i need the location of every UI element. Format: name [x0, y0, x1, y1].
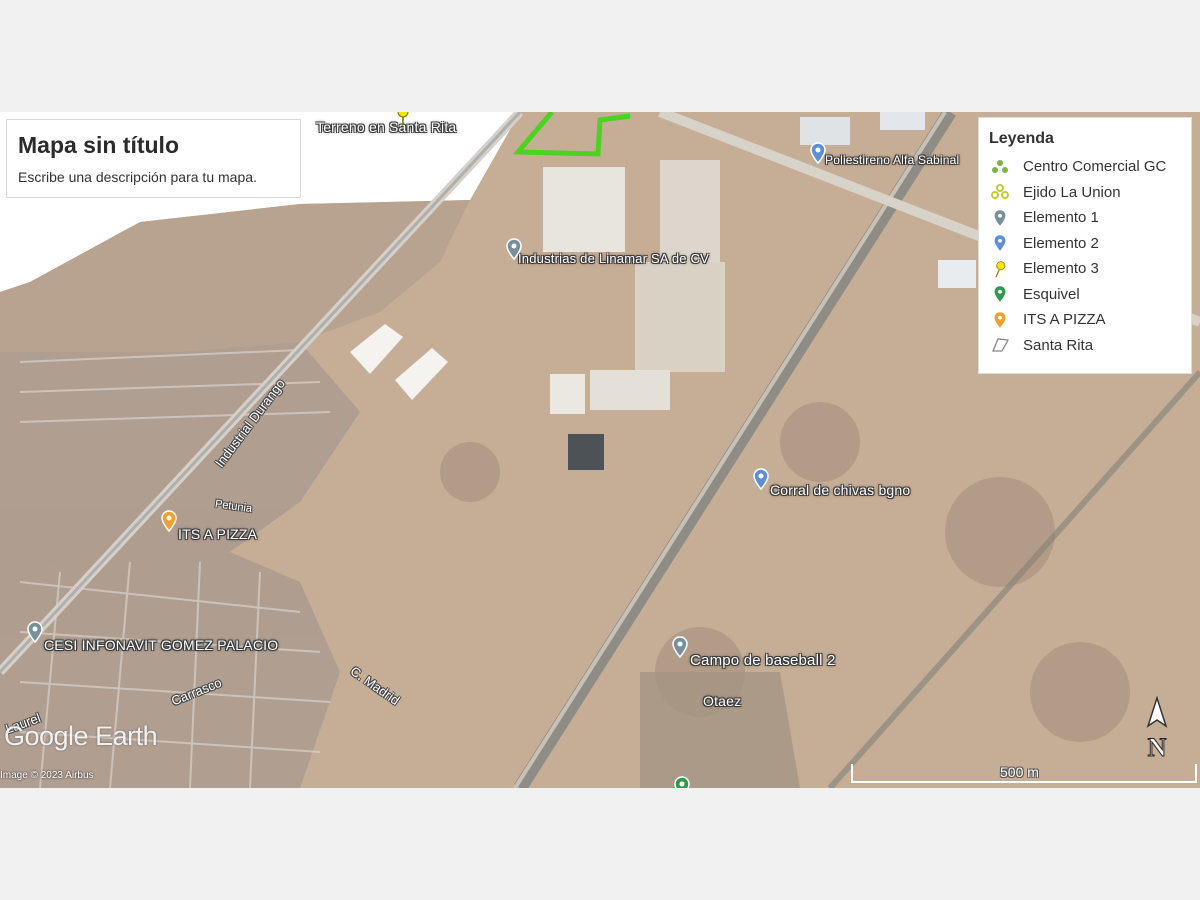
north-label: N: [1148, 733, 1167, 762]
map-pin-icon[interactable]: [505, 238, 523, 260]
map-pin-icon[interactable]: [673, 776, 691, 788]
legend-item[interactable]: Centro Comercial GC: [989, 154, 1181, 180]
pushpin-icon[interactable]: [394, 112, 412, 126]
label-cesi[interactable]: CESI INFONAVIT GOMEZ PALACIO: [44, 637, 278, 653]
cluster-pins-icon: [989, 182, 1011, 202]
label-its-pizza[interactable]: ITS A PIZZA: [178, 526, 257, 542]
map-pin-icon: [989, 233, 1011, 253]
legend-item[interactable]: Santa Rita: [989, 333, 1181, 359]
label-terreno[interactable]: Terreno en Santa Rita: [316, 119, 456, 135]
north-arrow-icon: N: [1146, 696, 1168, 762]
legend-item[interactable]: Elemento 2: [989, 231, 1181, 257]
legend-item[interactable]: Elemento 1: [989, 205, 1181, 231]
map-pin-icon[interactable]: [160, 510, 178, 532]
google-earth-watermark: Google Earth: [4, 721, 158, 751]
label-linamar[interactable]: Industrias de Linamar SA de CV: [518, 251, 709, 266]
map-pin-icon[interactable]: [809, 142, 827, 164]
polygon-icon: [989, 335, 1011, 355]
label-corral[interactable]: Corral de chivas bgno: [770, 482, 910, 498]
label-campo[interactable]: Campo de baseball 2: [690, 652, 836, 669]
legend-item[interactable]: Esquivel: [989, 282, 1181, 308]
map-title-card[interactable]: Mapa sin título Escribe una descripción …: [6, 119, 301, 198]
map-description[interactable]: Escribe una descripción para tu mapa.: [18, 169, 289, 185]
legend-label: Santa Rita: [1023, 336, 1094, 354]
map-pin-icon: [989, 284, 1011, 304]
legend-label: ITS A PIZZA: [1023, 311, 1106, 329]
legend-label: Elemento 1: [1023, 209, 1099, 227]
map-title[interactable]: Mapa sin título: [18, 132, 289, 159]
settlement-lower: [640, 672, 800, 788]
map-legend: Leyenda Centro Comercial GC Ejido La Uni…: [978, 117, 1192, 374]
legend-label: Ejido La Union: [1023, 183, 1121, 201]
imagery-copyright: Image © 2023 Airbus: [0, 770, 94, 781]
map-pin-icon: [989, 208, 1011, 228]
legend-item[interactable]: ITS A PIZZA: [989, 307, 1181, 333]
scale-label: 500 m: [1000, 764, 1039, 780]
map-pin-icon: [989, 310, 1011, 330]
map-pin-icon[interactable]: [26, 621, 44, 643]
pushpin-icon: [989, 259, 1011, 279]
cluster-pins-icon: [989, 157, 1011, 177]
label-otaez: Otaez: [703, 693, 742, 709]
legend-label: Elemento 2: [1023, 234, 1099, 252]
label-poliestireno[interactable]: Poliestireno Alfa Sabinal: [825, 153, 959, 167]
legend-label: Esquivel: [1023, 285, 1080, 303]
legend-title: Leyenda: [989, 130, 1054, 147]
legend-item[interactable]: Ejido La Union: [989, 180, 1181, 206]
legend-label: Centro Comercial GC: [1023, 158, 1167, 176]
map-pin-icon[interactable]: [752, 468, 770, 490]
legend-item[interactable]: Elemento 3: [989, 256, 1181, 282]
legend-label: Elemento 3: [1023, 260, 1099, 278]
map-pin-icon[interactable]: [671, 636, 689, 658]
